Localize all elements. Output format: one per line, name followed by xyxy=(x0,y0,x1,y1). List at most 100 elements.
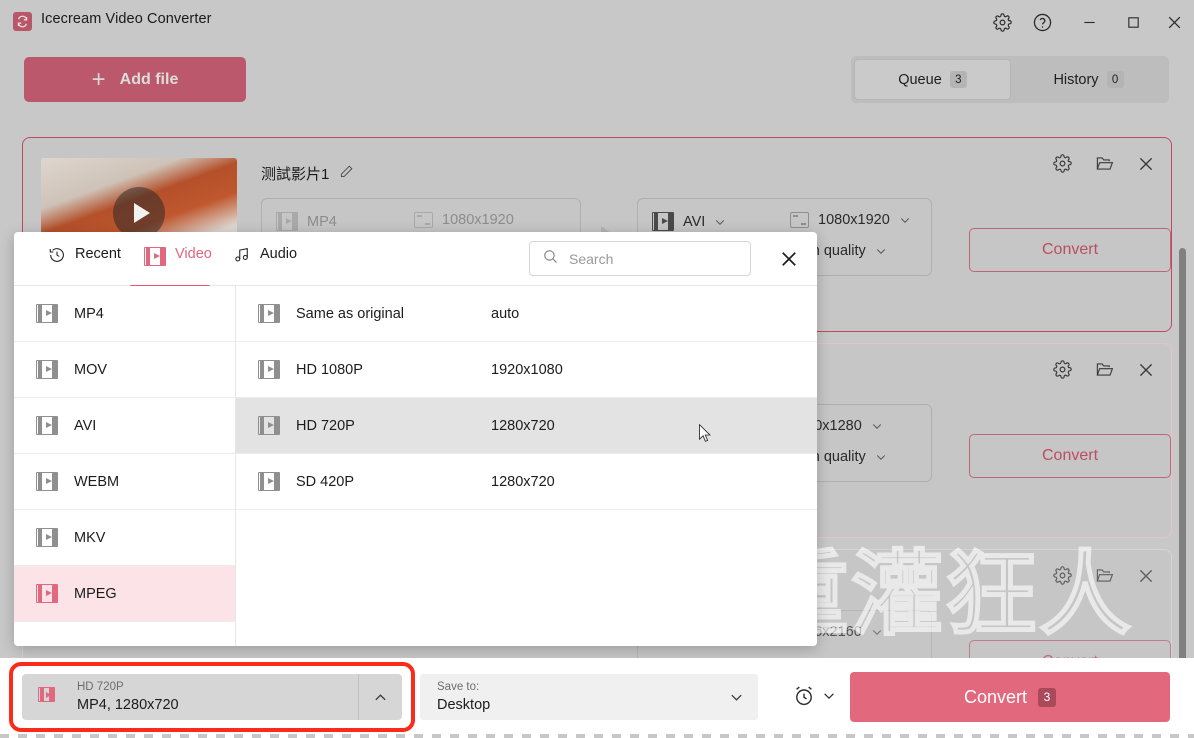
convert-all-label: Convert xyxy=(963,686,1028,707)
format-item-mkv[interactable]: MKV xyxy=(14,510,235,566)
close-icon[interactable] xyxy=(1158,6,1190,38)
chevron-down-icon xyxy=(876,249,885,254)
format-selection-panel: Recent Video Audio MP4 MOV AVI WEBM MKV … xyxy=(14,232,817,646)
tab-recent-label: Recent xyxy=(75,246,121,262)
pencil-icon[interactable] xyxy=(339,164,354,183)
format-item-avi[interactable]: AVI xyxy=(14,398,235,454)
app-title: Icecream Video Converter xyxy=(41,11,212,27)
tab-audio[interactable]: Audio xyxy=(233,246,297,286)
chevron-down-icon[interactable] xyxy=(714,674,758,720)
save-to-label: Save to: xyxy=(437,681,480,693)
gear-icon[interactable] xyxy=(1053,566,1072,590)
close-icon[interactable] xyxy=(1137,361,1155,384)
add-file-label: Add file xyxy=(119,70,179,88)
source-format: MP4 xyxy=(276,212,337,231)
row-actions xyxy=(1053,154,1155,178)
film-icon xyxy=(258,416,280,435)
folder-open-icon[interactable] xyxy=(1094,360,1115,384)
save-to-selector[interactable]: Save to: Desktop xyxy=(420,674,758,720)
music-note-icon xyxy=(233,246,251,268)
add-file-button[interactable]: + Add file xyxy=(24,57,246,102)
film-icon xyxy=(36,416,58,435)
question-circle-icon[interactable] xyxy=(1026,6,1058,38)
row-actions xyxy=(1053,566,1155,590)
resolution-item-sd-420p[interactable]: SD 420P 1280x720 xyxy=(236,454,817,510)
tab-queue-label: Queue xyxy=(898,71,942,88)
film-icon xyxy=(36,528,58,547)
close-icon[interactable] xyxy=(1137,155,1155,178)
film-icon xyxy=(144,247,166,266)
film-icon xyxy=(258,360,280,379)
monitor-icon xyxy=(414,212,433,228)
film-icon xyxy=(36,304,58,323)
format-item-webm[interactable]: WEBM xyxy=(14,454,235,510)
output-preset-selector[interactable]: HD 720P MP4, 1280x720 xyxy=(22,674,402,720)
format-item-mov[interactable]: MOV xyxy=(14,342,235,398)
film-icon xyxy=(258,472,280,491)
view-tabs: Queue 3 History 0 xyxy=(851,56,1169,103)
chevron-down-icon xyxy=(900,218,909,223)
plus-icon: + xyxy=(91,65,106,93)
tab-audio-label: Audio xyxy=(260,246,298,262)
format-item-mp4[interactable]: MP4 xyxy=(14,286,235,342)
convert-all-badge: 3 xyxy=(1038,687,1057,707)
film-icon xyxy=(36,360,58,379)
film-icon xyxy=(652,212,674,231)
search-input[interactable] xyxy=(569,250,729,267)
maximize-icon[interactable] xyxy=(1117,6,1149,38)
film-icon xyxy=(36,584,58,603)
gear-icon[interactable] xyxy=(1053,360,1072,384)
app-window: Icecream Video Converter + Add file Queu… xyxy=(0,0,1194,738)
search-icon xyxy=(542,248,559,270)
tab-history-label: History xyxy=(1053,71,1099,88)
alarm-clock-icon[interactable] xyxy=(792,684,816,713)
format-item-mpeg[interactable]: MPEG xyxy=(14,566,235,622)
resolution-item-hd-720p[interactable]: HD 720P 1280x720 xyxy=(236,398,817,454)
chevron-down-icon[interactable] xyxy=(822,689,836,708)
target-format-select[interactable]: AVI xyxy=(652,212,726,231)
chevron-down-icon xyxy=(716,219,725,225)
row-convert-button[interactable]: Convert xyxy=(969,434,1171,478)
gear-icon[interactable] xyxy=(986,6,1018,38)
chevron-up-icon[interactable] xyxy=(358,674,402,720)
tab-video[interactable]: Video xyxy=(130,246,212,288)
resolution-item-same-as-original[interactable]: Same as original auto xyxy=(236,286,817,342)
bottom-bar: HD 720P MP4, 1280x720 Save to: Desktop C… xyxy=(0,658,1194,738)
folder-open-icon[interactable] xyxy=(1094,154,1115,178)
chevron-down-icon xyxy=(872,424,881,429)
bottom-stripe xyxy=(0,734,1194,738)
app-logo-icon xyxy=(13,12,32,31)
preset-sub-label: HD 720P xyxy=(77,681,124,693)
folder-open-icon[interactable] xyxy=(1094,566,1115,590)
minimize-icon[interactable] xyxy=(1073,6,1105,38)
vertical-scrollbar[interactable] xyxy=(1179,248,1186,658)
file-title-group: 测試影片1 xyxy=(261,163,354,184)
close-icon[interactable] xyxy=(776,246,802,272)
search-field[interactable] xyxy=(529,241,751,276)
tab-history[interactable]: History 0 xyxy=(1011,59,1166,100)
tab-video-label: Video xyxy=(175,246,212,262)
row-actions xyxy=(1053,360,1155,384)
chevron-down-icon xyxy=(872,630,881,635)
convert-all-button[interactable]: Convert 3 xyxy=(850,672,1170,722)
film-icon xyxy=(38,687,55,702)
save-to-value: Desktop xyxy=(437,697,491,713)
tab-queue-badge: 3 xyxy=(949,71,967,88)
target-resolution-select[interactable]: 1080x1920 xyxy=(790,212,911,228)
preset-main-label: MP4, 1280x720 xyxy=(77,697,179,713)
tab-recent[interactable]: Recent xyxy=(48,246,121,286)
gear-icon[interactable] xyxy=(1053,154,1072,178)
row-convert-button[interactable]: Convert xyxy=(969,228,1171,272)
history-clock-icon xyxy=(48,246,66,268)
film-icon xyxy=(276,212,298,231)
tab-queue[interactable]: Queue 3 xyxy=(854,59,1011,100)
source-resolution: 1080x1920 xyxy=(414,212,514,228)
tab-history-badge: 0 xyxy=(1106,71,1124,88)
resolution-list: Same as original auto HD 1080P 1920x1080… xyxy=(236,286,817,646)
monitor-icon xyxy=(790,212,809,228)
row-convert-button[interactable]: Convert xyxy=(969,640,1171,658)
close-icon[interactable] xyxy=(1137,567,1155,590)
resolution-item-hd-1080p[interactable]: HD 1080P 1920x1080 xyxy=(236,342,817,398)
schedule-selector[interactable] xyxy=(792,684,836,713)
format-list: MP4 MOV AVI WEBM MKV MPEG xyxy=(14,286,236,646)
